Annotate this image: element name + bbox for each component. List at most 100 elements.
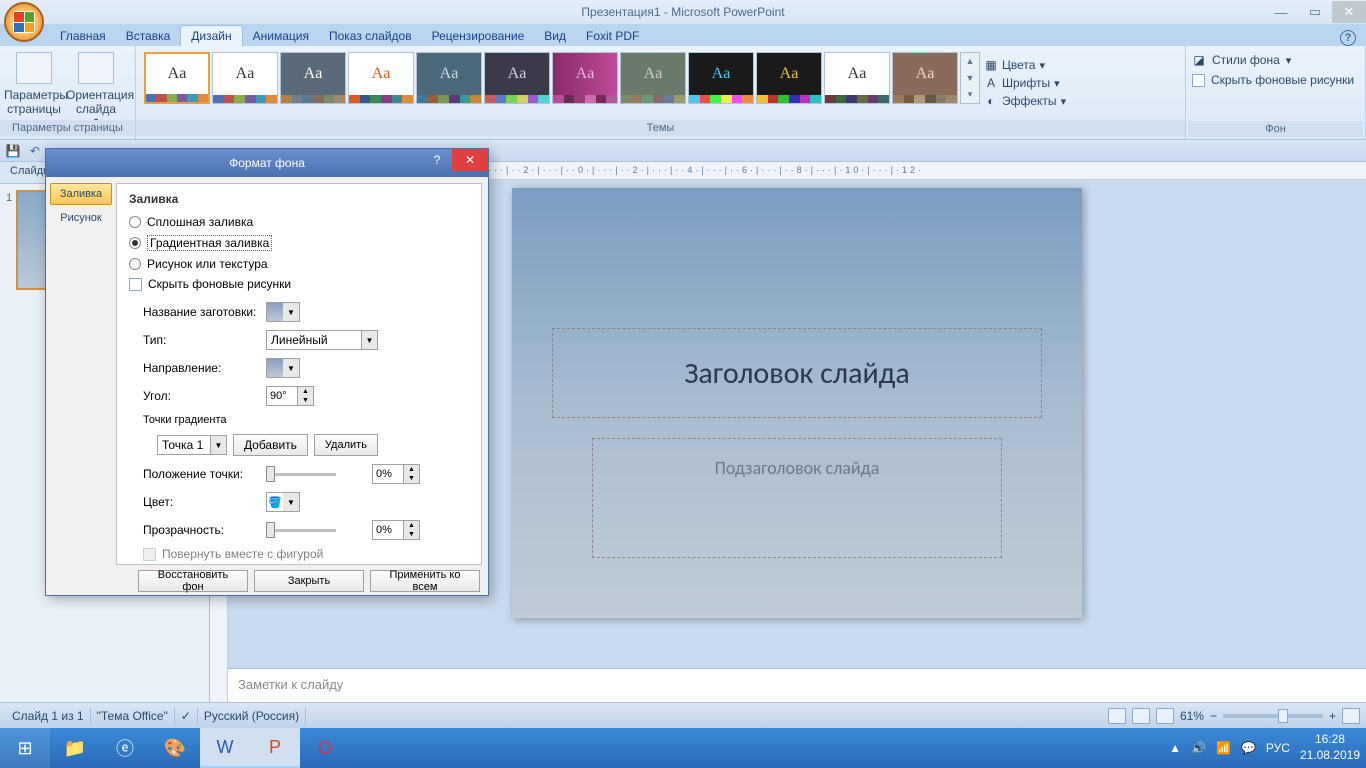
theme-thumb[interactable]: Aa — [824, 52, 890, 104]
page-setup-button[interactable]: Параметры страницы — [4, 52, 64, 120]
dialog-help-button[interactable]: ? — [422, 149, 452, 171]
tray-volume-icon[interactable]: 🔊 — [1191, 741, 1206, 755]
tray-action-icon[interactable]: 💬 — [1241, 741, 1256, 755]
theme-thumb[interactable]: Aa — [348, 52, 414, 104]
position-spinner[interactable]: ▲▼ — [372, 464, 420, 484]
theme-thumb[interactable]: Aa — [280, 52, 346, 104]
start-button[interactable]: ⊞ — [0, 728, 50, 768]
bucket-icon: 🪣 — [267, 493, 283, 511]
taskbar-ie[interactable]: ⓔ — [100, 728, 150, 768]
bg-styles-icon: ◪ — [1192, 53, 1206, 67]
remove-stop-button[interactable]: Удалить — [314, 434, 378, 456]
tab-animation[interactable]: Анимация — [243, 26, 319, 46]
language[interactable]: Русский (Россия) — [198, 707, 306, 725]
slide-count: Слайд 1 из 1 — [6, 707, 91, 725]
radio-picture-fill[interactable]: Рисунок или текстура — [129, 254, 469, 274]
theme-thumb[interactable]: Aa — [892, 52, 958, 104]
subtitle-placeholder[interactable]: Подзаголовок слайда — [592, 438, 1002, 558]
category-fill[interactable]: Заливка — [50, 183, 112, 205]
ribbon-tabs: Главная Вставка Дизайн Анимация Показ сл… — [0, 24, 1366, 46]
view-normal-button[interactable] — [1108, 708, 1126, 724]
office-button[interactable] — [4, 2, 44, 42]
direction-dropdown[interactable]: ▼ — [266, 358, 300, 378]
apply-all-button[interactable]: Применить ко всем — [370, 570, 480, 592]
group-themes: Темы — [136, 120, 1185, 136]
close-dialog-button[interactable]: Закрыть — [254, 570, 364, 592]
view-show-button[interactable] — [1156, 708, 1174, 724]
restore-button[interactable]: Восстановить фон — [138, 570, 248, 592]
zoom-in-button[interactable]: + — [1329, 709, 1336, 723]
background-styles-button[interactable]: ◪Стили фона ▾ — [1192, 50, 1359, 70]
tab-design[interactable]: Дизайн — [180, 25, 242, 46]
theme-thumb[interactable]: Aa — [144, 52, 210, 104]
position-slider[interactable] — [266, 473, 336, 476]
zoom-out-button[interactable]: − — [1210, 709, 1217, 723]
title-placeholder[interactable]: Заголовок слайда — [552, 328, 1042, 418]
slide-orientation-button[interactable]: Ориентация слайда▾ — [66, 52, 126, 120]
taskbar-powerpoint[interactable]: P — [250, 728, 300, 768]
thumb-number: 1 — [6, 190, 12, 290]
transparency-spinner[interactable]: ▲▼ — [372, 520, 420, 540]
tray-icon[interactable]: ▲ — [1169, 741, 1181, 755]
tab-review[interactable]: Рецензирование — [422, 26, 535, 46]
theme-fonts-button[interactable]: AШрифты ▾ — [984, 74, 1070, 92]
checkbox-rotate-with-shape: Повернуть вместе с фигурой — [143, 544, 469, 564]
taskbar-explorer[interactable]: 📁 — [50, 728, 100, 768]
notes-pane[interactable]: Заметки к слайду — [228, 668, 1366, 702]
tray-network-icon[interactable]: 📶 — [1216, 741, 1231, 755]
theme-thumb[interactable]: Aa — [212, 52, 278, 104]
tab-slideshow[interactable]: Показ слайдов — [319, 26, 422, 46]
checkbox-hide-bg[interactable]: Скрыть фоновые рисунки — [129, 274, 469, 294]
themes-gallery: Aa Aa Aa Aa Aa Aa Aa Aa Aa Aa Aa Aa ▲▼▾ … — [140, 48, 1181, 120]
group-page-setup: Параметры страницы — [0, 120, 135, 136]
stop-dropdown[interactable]: Точка 1▼ — [157, 435, 227, 455]
taskbar-paint[interactable]: 🎨 — [150, 728, 200, 768]
category-picture[interactable]: Рисунок — [50, 207, 112, 229]
radio-solid-fill[interactable]: Сплошная заливка — [129, 212, 469, 232]
group-background: Фон — [1188, 121, 1363, 137]
tab-home[interactable]: Главная — [50, 26, 116, 46]
statusbar: Слайд 1 из 1 "Тема Office" ✓ Русский (Ро… — [0, 702, 1366, 728]
undo-button[interactable]: ↶ — [26, 142, 44, 160]
view-sorter-button[interactable] — [1132, 708, 1150, 724]
gradient-stops-label: Точки градиента — [143, 410, 469, 430]
type-dropdown[interactable]: Линейный▼ — [266, 330, 378, 350]
add-stop-button[interactable]: Добавить — [233, 434, 308, 456]
close-button[interactable]: ✕ — [1332, 1, 1366, 23]
theme-thumb[interactable]: Aa — [688, 52, 754, 104]
tray-lang[interactable]: РУС — [1266, 741, 1290, 755]
theme-colors-button[interactable]: ▦Цвета ▾ — [984, 56, 1070, 74]
taskbar-opera[interactable]: O — [300, 728, 350, 768]
dialog-titlebar[interactable]: Формат фона ? ✕ — [46, 149, 488, 177]
tab-foxit[interactable]: Foxit PDF — [576, 26, 649, 46]
hide-bg-checkbox[interactable]: Скрыть фоновые рисунки — [1192, 70, 1359, 90]
theme-thumb[interactable]: Aa — [416, 52, 482, 104]
color-dropdown[interactable]: 🪣▼ — [266, 492, 300, 512]
maximize-button[interactable]: ▭ — [1298, 1, 1332, 23]
titlebar: Презентация1 - Microsoft PowerPoint — ▭ … — [0, 0, 1366, 24]
save-button[interactable]: 💾 — [4, 142, 22, 160]
themes-more[interactable]: ▲▼▾ — [960, 52, 980, 104]
theme-effects-button[interactable]: ◐Эффекты ▾ — [984, 92, 1070, 110]
theme-thumb[interactable]: Aa — [484, 52, 550, 104]
fit-button[interactable] — [1342, 708, 1360, 724]
minimize-button[interactable]: — — [1264, 1, 1298, 23]
app-title: Презентация1 - Microsoft PowerPoint — [581, 5, 784, 19]
theme-thumb[interactable]: Aa — [620, 52, 686, 104]
transparency-slider[interactable] — [266, 529, 336, 532]
spell-check[interactable]: ✓ — [175, 707, 198, 725]
taskbar-word[interactable]: W — [200, 728, 250, 768]
help-icon[interactable]: ? — [1340, 30, 1356, 46]
theme-thumb[interactable]: Aa — [756, 52, 822, 104]
tray-clock[interactable]: 16:2821.08.2019 — [1300, 732, 1360, 763]
angle-spinner[interactable]: ▲▼ — [266, 386, 314, 406]
dialog-close-button[interactable]: ✕ — [452, 149, 488, 171]
tab-insert[interactable]: Вставка — [116, 26, 181, 46]
zoom-level: 61% — [1180, 709, 1204, 723]
zoom-slider[interactable] — [1223, 714, 1323, 718]
taskbar: ⊞ 📁 ⓔ 🎨 W P O ▲ 🔊 📶 💬 РУС 16:2821.08.201… — [0, 728, 1366, 768]
preset-dropdown[interactable]: ▼ — [266, 302, 300, 322]
theme-thumb[interactable]: Aa — [552, 52, 618, 104]
radio-gradient-fill[interactable]: Градиентная заливка — [129, 232, 469, 254]
tab-view[interactable]: Вид — [534, 26, 576, 46]
